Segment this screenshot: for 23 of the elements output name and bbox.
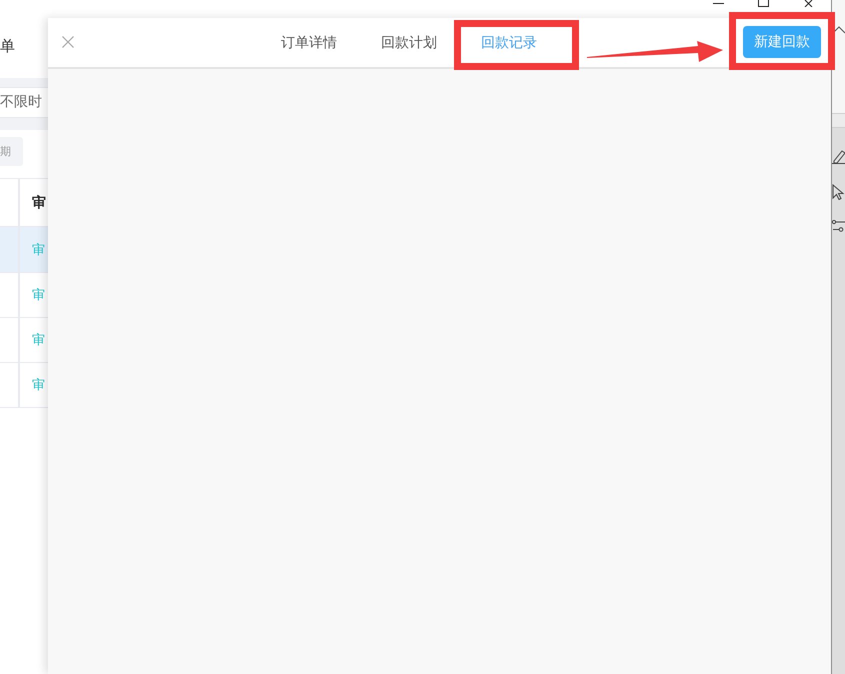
cursor-icon[interactable] xyxy=(832,184,845,200)
pencil-icon[interactable] xyxy=(832,148,845,164)
table-header-cell: 审 xyxy=(32,194,46,212)
table-row[interactable]: 审 xyxy=(0,318,48,363)
time-range-select[interactable]: 不限时 xyxy=(0,87,48,118)
minimize-icon[interactable] xyxy=(713,0,724,7)
tab[interactable]: 回款计划 xyxy=(359,26,459,58)
connector-icon[interactable] xyxy=(832,220,845,232)
page-title: 单 xyxy=(0,37,16,55)
maximize-icon[interactable] xyxy=(758,0,769,7)
table-cell-text: 审 xyxy=(32,242,45,258)
table-cell-text: 审 xyxy=(32,377,45,394)
tab[interactable]: 订单详情 xyxy=(259,26,359,58)
table-cell-text: 审 xyxy=(32,287,45,304)
chevron-up-icon[interactable] xyxy=(832,26,845,34)
close-icon[interactable] xyxy=(803,0,814,7)
filter-button[interactable]: 期 xyxy=(0,137,23,166)
table-row[interactable]: 审 xyxy=(0,363,48,408)
new-payment-button[interactable]: 新建回款 xyxy=(743,26,821,58)
table-row[interactable]: 审 xyxy=(0,227,48,273)
table-cell-text: 审 xyxy=(32,332,45,349)
table-row[interactable]: 审 xyxy=(0,273,48,318)
tab[interactable]: 回款记录 xyxy=(459,26,559,58)
